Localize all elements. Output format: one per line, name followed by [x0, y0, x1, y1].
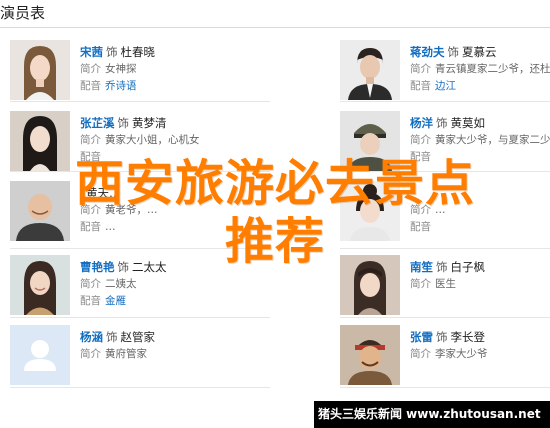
role-name: 杜春晓: [120, 45, 156, 59]
site-watermark: 猪头三娱乐新闻 www.zhutousan.net: [314, 401, 550, 428]
intro-label: 简介: [410, 63, 431, 75]
intro-label: 简介: [80, 134, 101, 146]
actor-name-link[interactable]: 张雷: [410, 330, 433, 344]
plays-label: 饰: [447, 45, 460, 59]
intro-text: 女神探: [105, 63, 137, 75]
intro-label: 简介: [80, 348, 101, 360]
role-name: 夏慕云: [462, 45, 497, 59]
voice-actor-link[interactable]: 乔诗语: [105, 80, 137, 92]
plays-label: 饰: [117, 116, 130, 130]
title-divider: [0, 27, 550, 28]
actor-photo[interactable]: [340, 40, 400, 100]
plays-label: 饰: [436, 116, 448, 130]
cast-card[interactable]: 宋茜饰杜春晓 简介 女神探 配音 乔诗语: [0, 40, 270, 103]
intro-text: 黄家大少爷，与夏家二少爷: [435, 134, 550, 146]
intro-label: 简介: [410, 134, 431, 146]
section-title: 演员表: [0, 4, 46, 22]
role-name: 赵管家: [120, 330, 156, 344]
actor-name-link[interactable]: 杨洋: [410, 116, 433, 130]
dub-label: 配音: [80, 80, 101, 92]
plays-label: 饰: [106, 330, 118, 344]
intro-text: 医生: [435, 278, 456, 290]
dub-label: 配音: [80, 295, 101, 307]
intro-label: 简介: [80, 63, 101, 75]
voice-actor-link[interactable]: 边江: [435, 80, 456, 92]
overlay-headline: 西安旅游必去景点: [74, 155, 475, 212]
plays-label: 饰: [436, 330, 448, 344]
dub-label: 配音: [410, 80, 431, 92]
role-name: 黄梦清: [132, 116, 167, 130]
actor-name-link[interactable]: 蒋劲夫: [410, 45, 445, 59]
actor-photo[interactable]: [340, 325, 400, 385]
intro-text: 李家大少爷: [435, 348, 488, 360]
intro-text: 黄家大小姐，心机女: [105, 134, 200, 146]
intro-text: 黄府管家: [105, 348, 147, 360]
default-avatar-icon: [10, 325, 70, 385]
intro-label: 简介: [410, 278, 431, 290]
role-name: 李长登: [450, 330, 486, 344]
intro-label: 简介: [80, 278, 101, 290]
actor-name-link[interactable]: 张芷溪: [80, 116, 115, 130]
intro-text: 青云镇夏家二少爷，还杜春晓: [435, 63, 550, 75]
plays-label: 饰: [106, 45, 118, 59]
cast-card[interactable]: 蒋劲夫饰夏慕云 简介青云镇夏家二少爷，还杜春晓 配音边江: [330, 40, 550, 103]
cast-card[interactable]: 张雷饰李长登 简介 李家大少爷: [330, 325, 550, 388]
cast-card[interactable]: 杨涵饰赵管家 简介 黄府管家: [0, 325, 270, 388]
overlay-headline-line2: 推荐: [224, 213, 325, 270]
voice-actor-link[interactable]: 金雁: [105, 295, 126, 307]
actor-name-link[interactable]: 杨涵: [80, 330, 103, 344]
intro-text: 二姨太: [105, 278, 137, 290]
default-avatar-photo[interactable]: [10, 325, 70, 385]
actor-name-link[interactable]: 宋茜: [80, 45, 103, 59]
actor-photo[interactable]: [10, 40, 70, 100]
intro-label: 简介: [410, 348, 431, 360]
role-name: 黄莫如: [450, 116, 486, 130]
